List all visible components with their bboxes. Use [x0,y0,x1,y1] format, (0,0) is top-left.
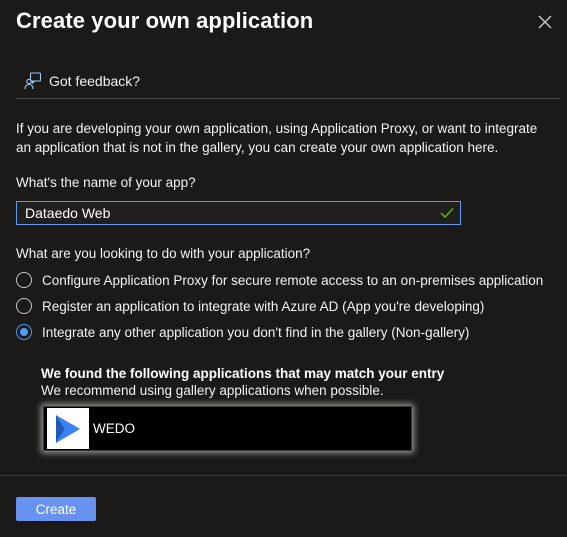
radio-button-selected[interactable] [16,324,32,340]
app-name-input[interactable] [17,202,440,224]
matches-subheading: We recommend using gallery applications … [41,383,384,398]
radio-label: Register an application to integrate wit… [42,298,485,314]
footer-divider [0,475,567,476]
gallery-app-card[interactable]: WEDO [43,406,412,451]
intro-text: If you are developing your own applicati… [16,121,538,155]
radio-button[interactable] [16,298,32,314]
header-divider [16,98,560,99]
close-icon [538,15,552,29]
close-button[interactable] [537,14,553,30]
feedback-person-icon [24,72,42,90]
app-name-label: What's the name of your app? [16,175,196,190]
radio-button[interactable] [16,272,32,288]
purpose-label: What are you looking to do with your app… [16,246,311,261]
feedback-label: Got feedback? [49,73,141,89]
feedback-link[interactable]: Got feedback? [24,71,140,91]
wedo-logo-icon [47,408,89,449]
create-button[interactable]: Create [16,497,96,521]
radio-option-register-app[interactable]: Register an application to integrate wit… [16,298,484,314]
app-name-field-wrapper [16,201,461,225]
panel-title: Create your own application [16,8,314,33]
gallery-app-name: WEDO [93,421,135,436]
radio-option-app-proxy[interactable]: Configure Application Proxy for secure r… [16,272,543,288]
matches-heading: We found the following applications that… [41,366,445,381]
radio-label: Configure Application Proxy for secure r… [42,272,544,288]
radio-label: Integrate any other application you don'… [42,324,470,340]
checkmark-icon [440,207,454,219]
radio-option-non-gallery[interactable]: Integrate any other application you don'… [16,324,469,340]
